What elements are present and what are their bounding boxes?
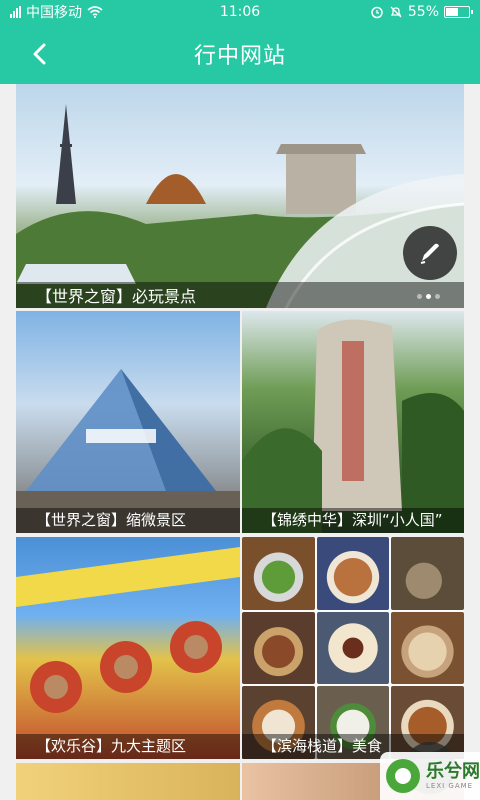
signal-icon [10,6,21,18]
carousel-dot [435,294,440,299]
nav-bar: 行中网站 [0,24,480,84]
watermark-icon [386,759,420,793]
tile-image [242,319,464,533]
page-title: 行中网站 [193,44,286,69]
back-arrow-icon[interactable] [26,40,54,68]
banner-carousel[interactable]: 【世界之窗】必玩景点 [16,84,464,308]
carousel-dot [417,294,422,299]
battery-fill [446,8,459,16]
tile-window-of-world-miniature[interactable]: 【世界之窗】缩微景区 [16,311,240,533]
watermark-name: 乐兮网 [426,760,480,782]
status-left: 中国移动 [10,2,103,22]
edit-button[interactable] [403,226,457,280]
food-photo [316,611,390,685]
status-bar: 中国移动 11:06 55% [0,0,480,24]
watermark-text: 乐兮网 LEXI GAME [426,760,480,790]
watermark-sub: LEXI GAME [426,781,474,790]
tile-image [16,369,240,533]
food-photo-grid [242,537,464,759]
food-photo [242,611,315,685]
banner-caption: 【世界之窗】必玩景点 [16,282,464,308]
tile-caption: 【欢乐谷】九大主题区 [16,734,240,759]
tile-seaside-boardwalk-food[interactable]: 【滨海栈道】美食 [242,537,464,759]
carrier-label: 中国移动 [26,5,82,21]
carousel-indicator [417,294,440,299]
wifi-icon [87,6,103,18]
food-photo [316,537,390,610]
watermark-logo: 乐兮网 LEXI GAME [380,752,480,800]
silent-icon [390,6,402,18]
tile-splendid-china[interactable]: 【锦绣中华】深圳“小人国” [242,311,464,533]
status-right: 55% [370,4,473,20]
food-photo [242,537,315,610]
tile-happy-valley[interactable]: 【欢乐谷】九大主题区 [16,537,240,759]
tile-caption: 【锦绣中华】深圳“小人国” [242,508,464,533]
alarm-icon [371,6,383,19]
battery-percent: 55% [407,4,439,20]
food-photo [391,611,464,685]
battery-icon [444,6,473,18]
carousel-dot [426,294,431,299]
pen-icon [420,243,439,264]
tile-caption: 【世界之窗】缩微景区 [16,508,240,533]
banner-image [16,104,464,308]
food-photo [391,537,464,610]
tile-image [16,547,240,713]
tile-next-left[interactable] [16,763,240,800]
